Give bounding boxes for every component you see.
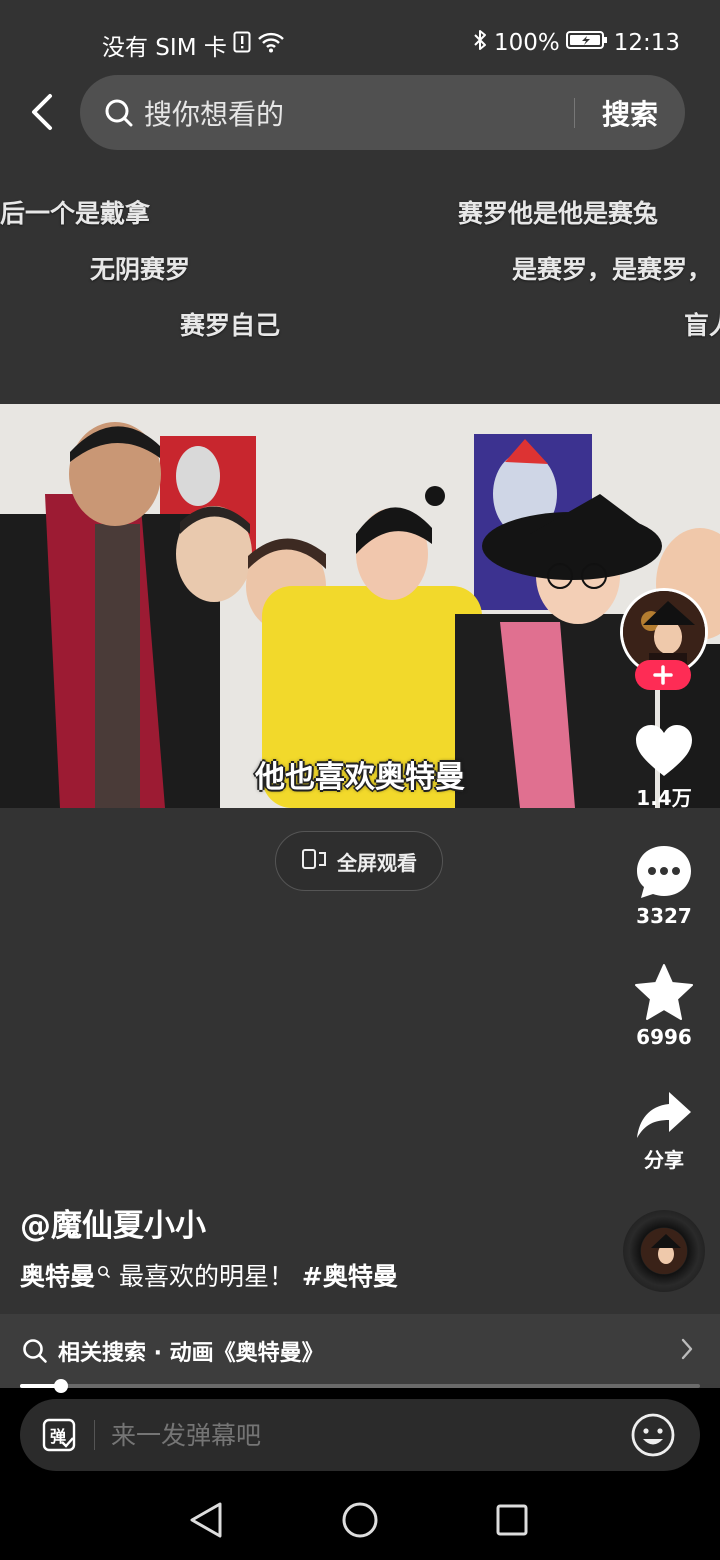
video-player[interactable]: [0, 404, 720, 808]
danmaku-comment-bar[interactable]: 弹: [20, 1399, 700, 1471]
wifi-icon: [257, 31, 285, 59]
search-icon: [104, 98, 134, 128]
danmaku-toggle-icon[interactable]: 弹: [42, 1418, 76, 1452]
share-arrow-icon: [637, 1092, 691, 1138]
danmaku-item: 是赛罗，是赛罗，: [512, 255, 713, 284]
heart-icon: [636, 725, 692, 776]
hashtag-link[interactable]: #奥特曼: [302, 1257, 398, 1293]
danmaku-item: 无阴赛罗: [90, 255, 191, 284]
danmaku-item: 赛罗自己: [180, 311, 281, 340]
fullscreen-button[interactable]: 全屏观看: [275, 831, 443, 891]
emoji-icon[interactable]: [630, 1412, 676, 1458]
like-button[interactable]: 1.4万: [620, 724, 708, 811]
share-button[interactable]: 分享: [620, 1090, 708, 1173]
back-button[interactable]: [20, 88, 64, 136]
search-button[interactable]: 搜索: [575, 93, 685, 133]
author-handle[interactable]: @魔仙夏小小: [20, 1200, 206, 1245]
fullscreen-icon: [301, 847, 327, 876]
chevron-left-icon: [32, 94, 52, 130]
video-frame-image: [0, 404, 720, 808]
music-disc[interactable]: [623, 1210, 705, 1292]
sim-alert-icon: [233, 31, 251, 59]
bluetooth-icon: [472, 28, 488, 58]
danmaku-item: 赛罗他是他是赛兔: [458, 199, 659, 228]
keyword-link[interactable]: 奥特曼: [20, 1257, 95, 1293]
comment-divider: [94, 1420, 95, 1450]
related-search-bar[interactable]: 相关搜索 · 动画《奥特曼》: [0, 1314, 720, 1388]
related-search-label: 相关搜索 · 动画《奥特曼》: [58, 1341, 324, 1366]
battery-percent: 100%: [493, 30, 560, 56]
nav-home-button[interactable]: [340, 1500, 380, 1540]
status-bar-right: 100% 12:13: [472, 28, 680, 58]
like-count: 1.4万: [636, 786, 692, 810]
danmaku-item: 后一个是戴拿: [0, 199, 151, 228]
favorite-button[interactable]: 6996: [620, 963, 708, 1049]
share-label: 分享: [644, 1148, 684, 1172]
plus-icon: [653, 665, 673, 685]
search-input[interactable]: 搜你想看的: [144, 93, 574, 133]
search-bar[interactable]: 搜你想看的 搜索: [80, 75, 685, 150]
danmaku-item: 盲人: [684, 311, 720, 340]
square-recents-icon: [496, 1504, 528, 1536]
progress-knob[interactable]: [53, 1379, 68, 1393]
comment-icon: [637, 846, 691, 898]
video-subtitle: 他也喜欢奥特曼: [255, 760, 465, 795]
comment-button[interactable]: 3327: [620, 844, 708, 928]
clock: 12:13: [613, 30, 680, 56]
fullscreen-label: 全屏观看: [337, 850, 417, 875]
keyword-search-icon: [97, 1256, 111, 1285]
circle-home-icon: [342, 1502, 378, 1538]
favorite-count: 6996: [636, 1025, 692, 1049]
video-description: 奥特曼 最喜欢的明星！ #奥特曼: [20, 1257, 398, 1293]
danmaku-input[interactable]: [111, 1420, 630, 1450]
comment-count: 3327: [636, 904, 692, 928]
chevron-right-icon: [680, 1337, 694, 1365]
video-progress-bar[interactable]: [20, 1379, 700, 1393]
status-bar-left: 没有 SIM 卡: [102, 28, 285, 62]
nav-back-button[interactable]: [186, 1500, 226, 1540]
search-icon: [22, 1338, 48, 1364]
follow-button[interactable]: [635, 660, 691, 690]
carrier-label: 没有 SIM 卡: [102, 35, 227, 61]
description-text: 最喜欢的明星！: [111, 1262, 302, 1291]
nav-recents-button[interactable]: [492, 1500, 532, 1540]
battery-icon: [565, 29, 608, 57]
star-icon: [635, 964, 693, 1020]
triangle-back-icon: [190, 1502, 222, 1538]
music-cover: [641, 1228, 687, 1274]
